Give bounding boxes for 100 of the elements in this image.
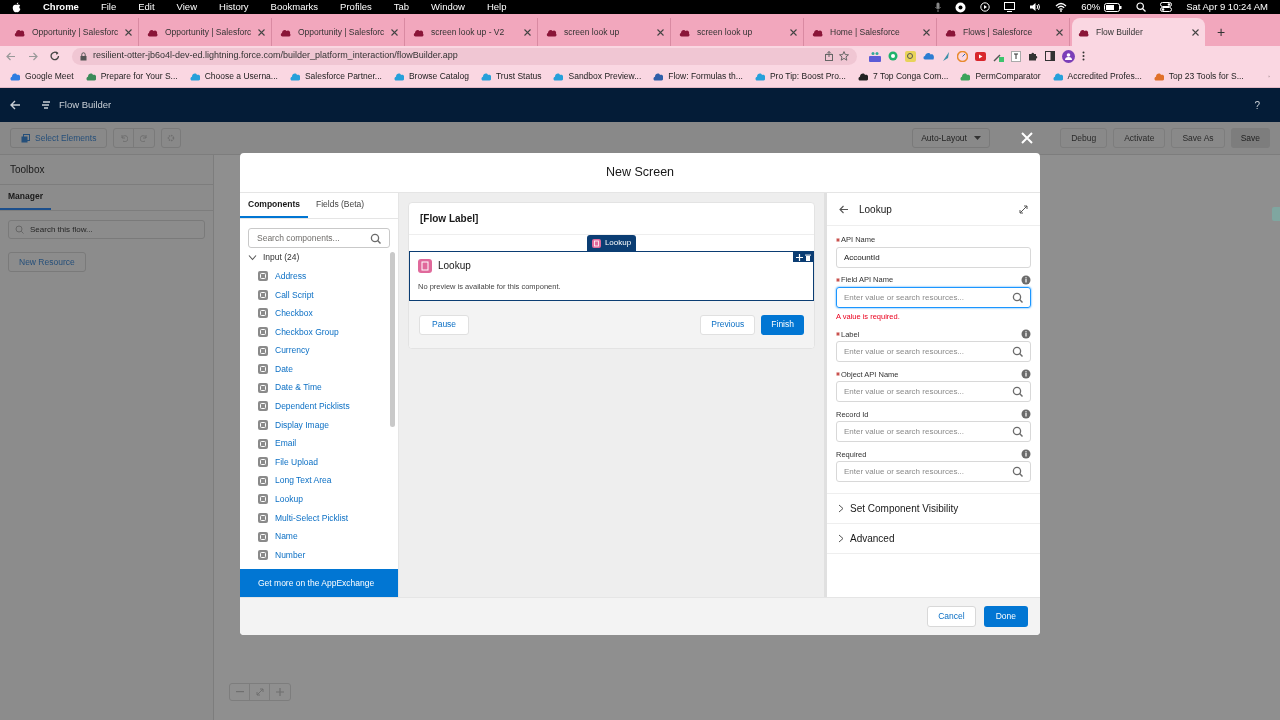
bookmark[interactable]: Trust Status: [480, 70, 542, 83]
cancel-button[interactable]: Cancel: [927, 606, 976, 627]
close-icon[interactable]: [1192, 28, 1199, 36]
bookmark[interactable]: Sandbox Preview...: [553, 70, 642, 83]
expand-icon[interactable]: [1019, 204, 1028, 214]
component-item[interactable]: Long Text Area: [240, 471, 390, 491]
component-search-field[interactable]: Search components...: [248, 228, 390, 248]
component-item[interactable]: Call Script: [240, 285, 390, 305]
component-item[interactable]: Lookup: [240, 490, 390, 509]
component-tag[interactable]: Lookup: [586, 235, 637, 251]
menu-item[interactable]: View: [176, 0, 197, 15]
recorder-extension-icon[interactable]: [869, 50, 881, 62]
component-item[interactable]: Number: [240, 545, 390, 565]
done-button[interactable]: Done: [983, 606, 1028, 627]
component-item[interactable]: File Upload: [240, 452, 390, 472]
resource-input-field[interactable]: Enter value or search resources...: [836, 381, 1031, 403]
bookmark[interactable]: Top 23 Tools for S...: [1153, 70, 1244, 83]
bookmark[interactable]: Salesforce Partner...: [289, 70, 382, 83]
resource-input-field[interactable]: Enter value or search resources...: [836, 341, 1031, 363]
component-item[interactable]: Address: [240, 267, 390, 286]
previous-button[interactable]: Previous: [700, 314, 756, 335]
close-icon[interactable]: [125, 28, 132, 36]
bookmark[interactable]: Browse Catalog: [393, 70, 469, 83]
app-menu[interactable]: Chrome: [43, 0, 79, 15]
close-icon[interactable]: [657, 28, 664, 36]
profile-avatar[interactable]: [1062, 49, 1075, 63]
toolbar-button[interactable]: Debug: [1060, 128, 1108, 148]
ring-extension-icon[interactable]: [888, 51, 898, 61]
bookmark[interactable]: Google Meet: [10, 70, 74, 83]
collapsible-section[interactable]: Advanced: [827, 524, 1040, 555]
collapsible-section[interactable]: Set Component Visibility: [827, 494, 1040, 525]
menu-item[interactable]: Edit: [138, 0, 155, 15]
close-icon[interactable]: [391, 28, 398, 36]
share-icon[interactable]: [825, 51, 833, 61]
component-item[interactable]: Checkbox Group: [240, 322, 390, 342]
back-arrow-icon[interactable]: [839, 204, 849, 214]
browser-tab[interactable]: Flow Builder: [1072, 18, 1205, 46]
scrollbar-thumb[interactable]: [390, 252, 395, 427]
select-icon: [21, 133, 30, 143]
menu-item[interactable]: History: [219, 0, 249, 15]
palette-tab[interactable]: Fields (Beta): [307, 192, 373, 218]
group-header[interactable]: Input (24): [240, 248, 390, 267]
reload-icon[interactable]: [50, 51, 60, 61]
close-icon[interactable]: [1056, 28, 1063, 36]
star-icon[interactable]: [839, 51, 849, 61]
input-field[interactable]: AccountId: [836, 247, 1031, 268]
component-item[interactable]: Email: [240, 434, 390, 453]
menu-item[interactable]: Bookmarks: [270, 0, 319, 15]
bookmark[interactable]: PermComparator: [960, 70, 1041, 83]
appexchange-link[interactable]: Get more on the AppExchange: [240, 569, 398, 597]
palette-tab[interactable]: Components: [240, 192, 308, 218]
toolbar-button[interactable]: Activate: [1113, 128, 1166, 148]
resource-input-field[interactable]: Enter value or search resources...: [836, 287, 1031, 308]
bookmark[interactable]: Choose a Userna...: [189, 70, 278, 83]
close-icon[interactable]: [790, 28, 797, 36]
bookmark[interactable]: Prepare for Your S...: [85, 70, 178, 83]
puzzle-icon[interactable]: [1028, 51, 1038, 61]
component-item[interactable]: Multi-Select Picklist: [240, 508, 390, 528]
menu-item[interactable]: Window: [431, 0, 465, 15]
component-item[interactable]: Date & Time: [240, 378, 390, 398]
move-delete-controls[interactable]: [793, 252, 813, 262]
component-title: Lookup: [438, 259, 471, 273]
component-item[interactable]: Currency: [240, 341, 390, 360]
close-icon[interactable]: [524, 28, 531, 36]
more-vertical-icon[interactable]: [1082, 51, 1085, 61]
pause-button[interactable]: Pause: [419, 314, 470, 335]
cloud-extension-icon[interactable]: [923, 52, 935, 60]
manager-tab[interactable]: Manager: [0, 184, 51, 210]
help-menu[interactable]: ?: [1254, 97, 1270, 113]
close-icon[interactable]: [258, 28, 265, 36]
menu-item[interactable]: Profiles: [340, 0, 372, 15]
finish-button[interactable]: Finish: [761, 314, 804, 335]
bookmark[interactable]: Pro Tip: Boost Pro...: [754, 70, 846, 83]
search-field[interactable]: Search this flow...: [8, 220, 205, 239]
forward-arrow-icon[interactable]: [28, 51, 38, 61]
layout-dropdown[interactable]: Auto-Layout: [912, 128, 991, 148]
address-bar[interactable]: resilient-otter-jb6o4l-dev-ed.lightning.force.com/builder_platform_interaction/flowBuilder.app: [72, 47, 857, 65]
video-extension-icon[interactable]: [975, 51, 986, 61]
toolbar-button[interactable]: Save As: [1171, 128, 1225, 148]
magnifier-extension-icon[interactable]: [905, 50, 916, 62]
bookmark[interactable]: Flow: Formulas th...: [653, 70, 743, 83]
menu-item[interactable]: Tab: [393, 0, 410, 15]
sidebar-icon[interactable]: [1045, 51, 1055, 61]
resource-input-field[interactable]: Enter value or search resources...: [836, 461, 1031, 483]
bookmark[interactable]: Accredited Profes...: [1052, 70, 1142, 83]
component-item[interactable]: Name: [240, 527, 390, 546]
component-item[interactable]: Checkbox: [240, 304, 390, 323]
toolbar-button[interactable]: Save: [1230, 128, 1270, 148]
text-extension-icon[interactable]: [1011, 50, 1021, 62]
new-tab-button[interactable]: +: [1207, 18, 1236, 46]
component-item[interactable]: Dependent Picklists: [240, 397, 390, 416]
resource-input-field[interactable]: Enter value or search resources...: [836, 421, 1031, 443]
component-item[interactable]: Date: [240, 359, 390, 379]
close-icon[interactable]: [923, 28, 930, 36]
menu-item[interactable]: File: [100, 0, 117, 15]
plus-icon: [276, 688, 284, 696]
component-item[interactable]: Display Image: [240, 415, 390, 435]
feather-extension-icon[interactable]: [942, 50, 950, 62]
bookmark[interactable]: 7 Top Conga Com...: [857, 70, 949, 83]
menu-item[interactable]: Help: [486, 0, 507, 15]
